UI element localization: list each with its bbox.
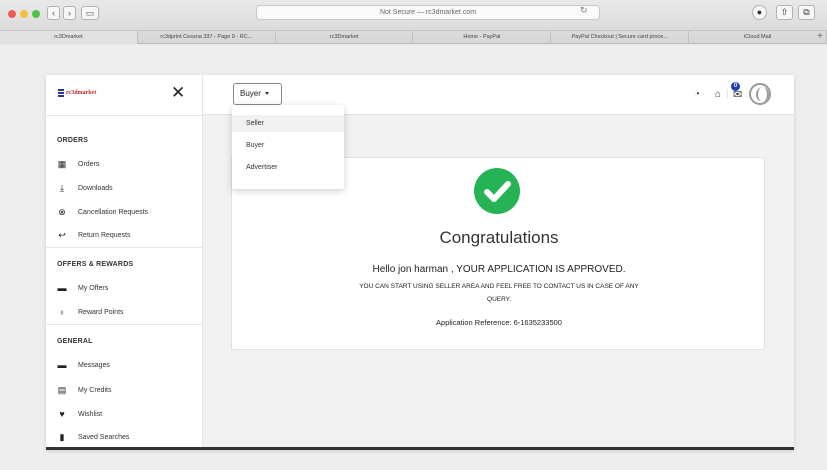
heart-icon: ♥	[59, 409, 65, 419]
success-check-icon	[474, 168, 520, 214]
dropdown-option-buyer[interactable]: Buyer	[232, 137, 344, 154]
box-icon: ▦	[57, 159, 67, 169]
offer-tag-icon: ▬	[57, 283, 67, 293]
sidebar-item-downloads[interactable]: ⤓ Downloads	[57, 181, 202, 195]
tab-rc3dmarket-2[interactable]: rc3Dmarket	[276, 31, 414, 44]
chevron-down-icon	[264, 92, 269, 96]
avatar[interactable]	[749, 83, 771, 105]
reload-icon[interactable]: ↻	[580, 5, 588, 16]
dropdown-option-advertiser[interactable]: Advertiser	[232, 159, 344, 176]
divider: |	[726, 89, 729, 100]
zoom-window-button[interactable]	[32, 10, 40, 18]
notification-badge: 0	[731, 82, 740, 91]
divider	[46, 115, 202, 116]
tab-cessna[interactable]: rc3dprint Cessna 337 - Page 9 - RC...	[138, 31, 276, 44]
sidebar-item-my-offers[interactable]: ▬ My Offers	[57, 281, 202, 295]
logo-text: rc3dmarket	[66, 90, 97, 96]
tab-paypal-checkout[interactable]: PayPal Checkout | Secure card proce...	[551, 31, 690, 44]
divider	[46, 247, 202, 248]
close-window-button[interactable]	[8, 10, 16, 18]
tab-strip: rc3Dmarket rc3dprint Cessna 337 - Page 9…	[0, 30, 827, 44]
home-icon[interactable]: ⌂	[715, 89, 721, 101]
address-bar[interactable]: Not Secure — rc3dmarket.com	[256, 5, 600, 20]
browser-toolbar: ‹ › ▭ Not Secure — rc3dmarket.com ↻ ● ⇧ …	[0, 0, 827, 44]
share-icon[interactable]: ⇧	[776, 5, 793, 20]
bookmark-icon: ▮	[59, 432, 65, 442]
divider	[46, 324, 202, 325]
back-button[interactable]: ‹	[47, 6, 60, 20]
sidebar-item-cancellation-requests[interactable]: ⊗ Cancellation Requests	[57, 205, 202, 219]
seller-note-line-1: YOU CAN START USING SELLER AREA AND FEEL…	[359, 283, 639, 290]
logo[interactable]: rc3dmarket	[58, 89, 96, 97]
sidebar: rc3dmarket ✕ ORDERS ▦ Orders ⤓ Downloads ⊗…	[46, 75, 203, 447]
close-sidebar-button[interactable]: ✕	[171, 84, 185, 101]
sidebar-item-reward-points[interactable]: ♁ Reward Points	[57, 305, 202, 319]
role-select[interactable]: Buyer	[233, 83, 282, 105]
application-reference: Application Reference: 6-1635233500	[436, 318, 562, 327]
sidebar-item-messages[interactable]: ▬ Messages	[57, 358, 202, 372]
logo-mark-icon	[58, 89, 64, 97]
message-icon: ▬	[57, 360, 67, 370]
role-select-value: Buyer	[240, 89, 261, 98]
cancel-circle-icon: ⊗	[58, 207, 66, 217]
dropdown-option-seller[interactable]: Seller	[232, 115, 344, 132]
reward-medal-icon: ♁	[58, 307, 66, 317]
role-dropdown-menu: Seller Buyer Advertiser	[232, 105, 344, 189]
sidebar-item-wishlist[interactable]: ♥ Wishlist	[57, 407, 202, 421]
seller-note-line-2: QUERY.	[487, 296, 511, 303]
tab-icloud-mail[interactable]: iCloud Mail	[689, 31, 827, 44]
section-heading-orders: ORDERS	[57, 137, 89, 144]
credit-card-icon: ▤	[57, 385, 67, 395]
tabs-overview-icon[interactable]: ⧉	[798, 5, 815, 20]
sidebar-toggle-icon[interactable]: ▭	[81, 6, 99, 20]
sidebar-item-return-requests[interactable]: ↩ Return Requests	[57, 228, 202, 242]
approval-message: Hello jon harman , YOUR APPLICATION IS A…	[372, 264, 626, 275]
tab-rc3dmarket[interactable]: rc3Dmarket	[0, 31, 138, 44]
download-badge-icon[interactable]: ●	[752, 5, 767, 20]
minimize-window-button[interactable]	[20, 10, 28, 18]
page-viewport: rc3dmarket ✕ ORDERS ▦ Orders ⤓ Downloads ⊗…	[0, 45, 827, 470]
dashboard-window: rc3dmarket ✕ ORDERS ▦ Orders ⤓ Downloads ⊗…	[46, 75, 794, 450]
congratulations-heading: Congratulations	[439, 228, 559, 247]
tab-paypal-home[interactable]: Home - PayPal	[413, 31, 552, 44]
download-icon: ⤓	[60, 183, 64, 193]
section-heading-general: GENERAL	[57, 338, 93, 345]
sidebar-item-saved-searches[interactable]: ▮ Saved Searches	[57, 430, 202, 444]
dashboard-gauge-icon[interactable]: ◔	[694, 89, 700, 101]
forward-button[interactable]: ›	[63, 6, 76, 20]
sidebar-item-orders[interactable]: ▦ Orders	[57, 157, 202, 171]
section-heading-offers-rewards: OFFERS & REWARDS	[57, 261, 134, 268]
new-tab-button[interactable]: +	[817, 30, 823, 43]
return-arrow-icon: ↩	[58, 230, 66, 240]
sidebar-item-my-credits[interactable]: ▤ My Credits	[57, 383, 202, 397]
